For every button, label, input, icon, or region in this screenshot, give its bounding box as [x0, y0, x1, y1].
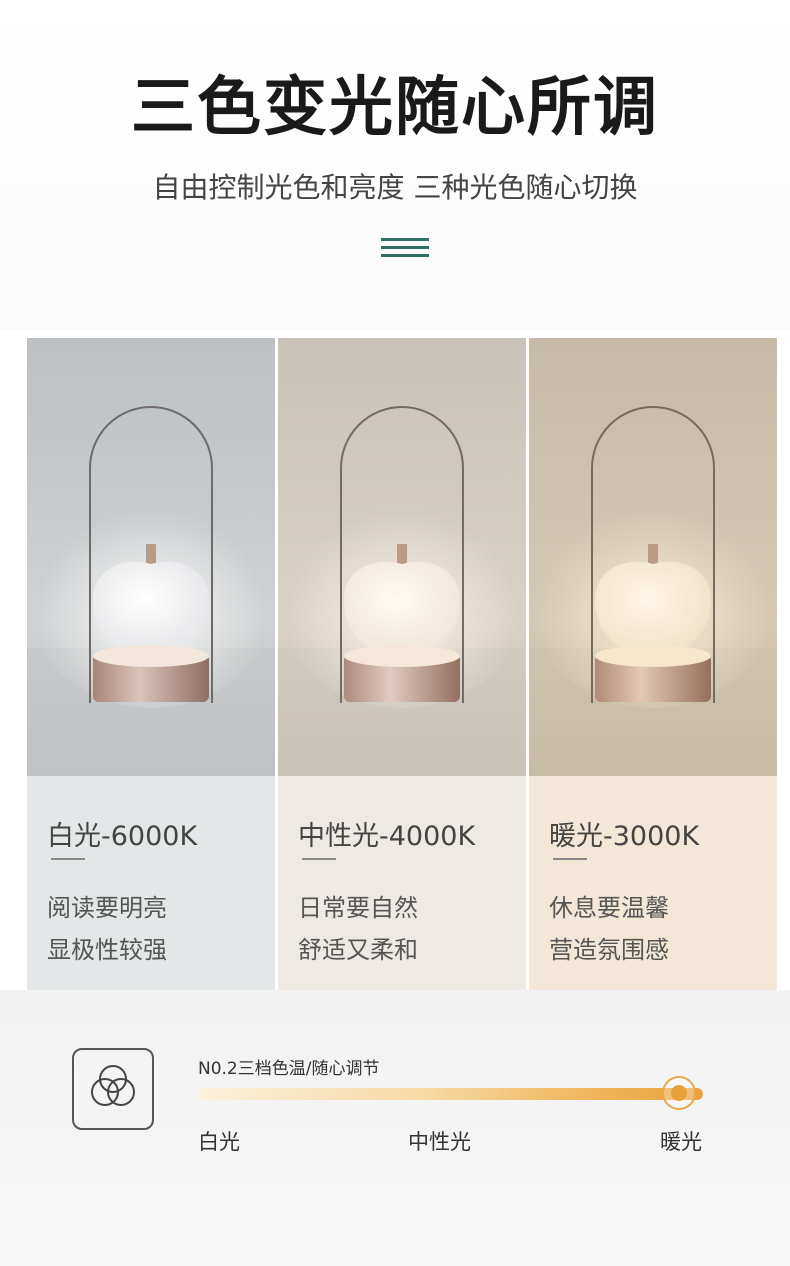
header: 三色变光随心所调 自由控制光色和亮度 三种光色随心切换	[0, 0, 790, 330]
slider-stop-white[interactable]: 白光	[198, 1126, 240, 1156]
description-line-2: 舒适又柔和	[298, 936, 418, 964]
color-temperature-panels: 白光-6000K 阅读要明亮 显极性较强 中性光-4000K 日常要自然 舒适又…	[27, 338, 777, 990]
panel-white-light: 白光-6000K 阅读要明亮 显极性较强	[27, 338, 275, 990]
panel-info: 暖光-3000K 休息要温馨 营造氛围感	[529, 776, 777, 990]
slider-stop-neutral[interactable]: 中性光	[408, 1126, 471, 1156]
control-label: N0.2三档色温/随心调节	[198, 1059, 380, 1079]
lamp-photo-neutral	[278, 338, 526, 776]
temperature-label: 暖光-3000K	[549, 821, 700, 852]
temperature-label: 中性光-4000K	[298, 821, 476, 852]
divider	[302, 858, 336, 860]
color-temp-control: N0.2三档色温/随心调节 白光 中性光 暖光	[0, 990, 790, 1266]
temperature-label: 白光-6000K	[47, 821, 198, 852]
page-title: 三色变光随心所调	[131, 71, 659, 145]
lamp-photo-white	[27, 338, 275, 776]
description-line-1: 阅读要明亮	[47, 894, 167, 922]
slider-handle[interactable]	[671, 1085, 687, 1101]
description-line-1: 休息要温馨	[549, 894, 669, 922]
description-line-1: 日常要自然	[298, 894, 418, 922]
description-line-2: 营造氛围感	[549, 936, 669, 964]
decorative-lines	[381, 238, 429, 262]
slider-stop-warm[interactable]: 暖光	[660, 1126, 702, 1156]
lamp-photo-warm	[529, 338, 777, 776]
divider	[51, 858, 85, 860]
panel-warm-light: 暖光-3000K 休息要温馨 营造氛围感	[529, 338, 777, 990]
description-line-2: 显极性较强	[47, 936, 167, 964]
three-circles-icon	[72, 1048, 154, 1130]
divider	[553, 858, 587, 860]
page-subtitle: 自由控制光色和亮度 三种光色随心切换	[152, 171, 638, 204]
panel-info: 白光-6000K 阅读要明亮 显极性较强	[27, 776, 275, 990]
panel-neutral-light: 中性光-4000K 日常要自然 舒适又柔和	[278, 338, 526, 990]
color-temp-slider[interactable]	[198, 1088, 703, 1100]
panel-info: 中性光-4000K 日常要自然 舒适又柔和	[278, 776, 526, 990]
